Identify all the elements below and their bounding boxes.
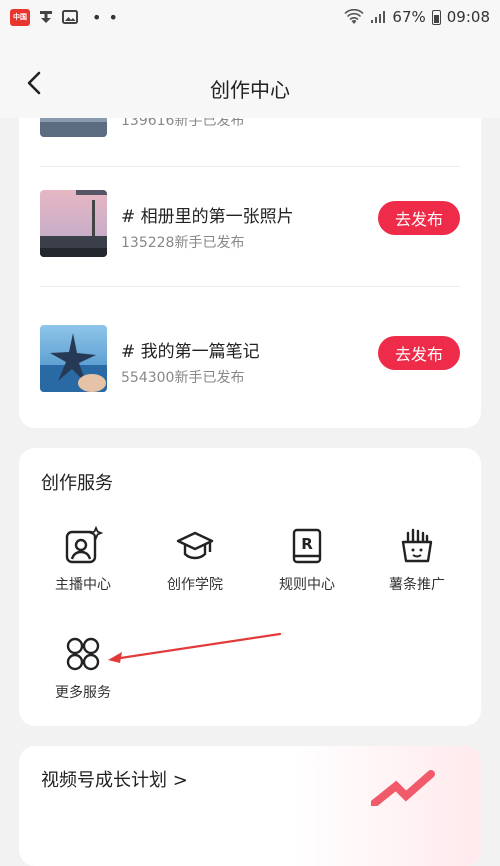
page-title: 创作中心 (210, 78, 290, 102)
status-time: 09:08 (446, 8, 490, 26)
growth-plan-card[interactable]: 视频号成长计划 > (19, 746, 481, 866)
growth-plan-link[interactable]: 视频号成长计划 > (41, 766, 188, 792)
service-label: 薯条推广 (389, 577, 445, 593)
image-icon (62, 10, 78, 24)
service-label: 更多服务 (55, 685, 111, 701)
task-published-count: 135228新手已发布 (121, 235, 245, 251)
annotation-arrow-icon (108, 632, 282, 663)
service-creator-academy[interactable]: 创作学院 (145, 526, 245, 594)
fries-icon (401, 528, 433, 563)
task-title: # 相册里的第一张照片 (121, 207, 294, 227)
divider (40, 166, 460, 167)
battery-percent: 67% (392, 8, 426, 26)
graduation-cap-icon (176, 531, 214, 560)
wifi-icon (344, 9, 364, 25)
growth-arrow-icon (371, 770, 435, 806)
pin-icon (38, 9, 54, 25)
task-title: # 我的第一篇笔记 (121, 342, 260, 362)
service-label: 规则中心 (279, 577, 335, 593)
publish-button[interactable]: 去发布 (378, 201, 460, 235)
service-fries-promotion[interactable]: 薯条推广 (367, 526, 467, 594)
divider (40, 286, 460, 287)
app-badge-icon: 中国 (10, 8, 30, 26)
section-title: 创作服务 (41, 473, 113, 494)
creator-services-card: 创作服务 主播中心 创作学院 R 规则中心 薯条推广 更多服务 (19, 448, 481, 726)
task-thumbnail (40, 325, 107, 392)
signal-icon (370, 10, 386, 24)
service-label: 主播中心 (55, 577, 111, 593)
publish-button[interactable]: 去发布 (378, 336, 460, 370)
service-anchor-center[interactable]: 主播中心 (33, 526, 133, 594)
status-bar: 中国 • • 67% 09:08 (0, 0, 500, 34)
task-published-count: 554300新手已发布 (121, 370, 245, 386)
anchor-icon (65, 526, 103, 564)
task-row: # 相册里的第一张照片 135228新手已发布 去发布 (40, 190, 460, 290)
svg-text:R: R (301, 535, 313, 553)
service-rules-center[interactable]: R 规则中心 (257, 526, 357, 594)
nav-bar: 创作中心 (0, 34, 500, 118)
task-row: # 我的第一篇笔记 554300新手已发布 去发布 (40, 325, 460, 425)
battery-icon (431, 9, 441, 25)
service-label: 创作学院 (167, 577, 223, 593)
grid-circles-icon (66, 637, 100, 671)
task-thumbnail (40, 190, 107, 257)
rules-book-icon: R (292, 528, 322, 564)
more-notifications-icon: • • (92, 7, 119, 27)
